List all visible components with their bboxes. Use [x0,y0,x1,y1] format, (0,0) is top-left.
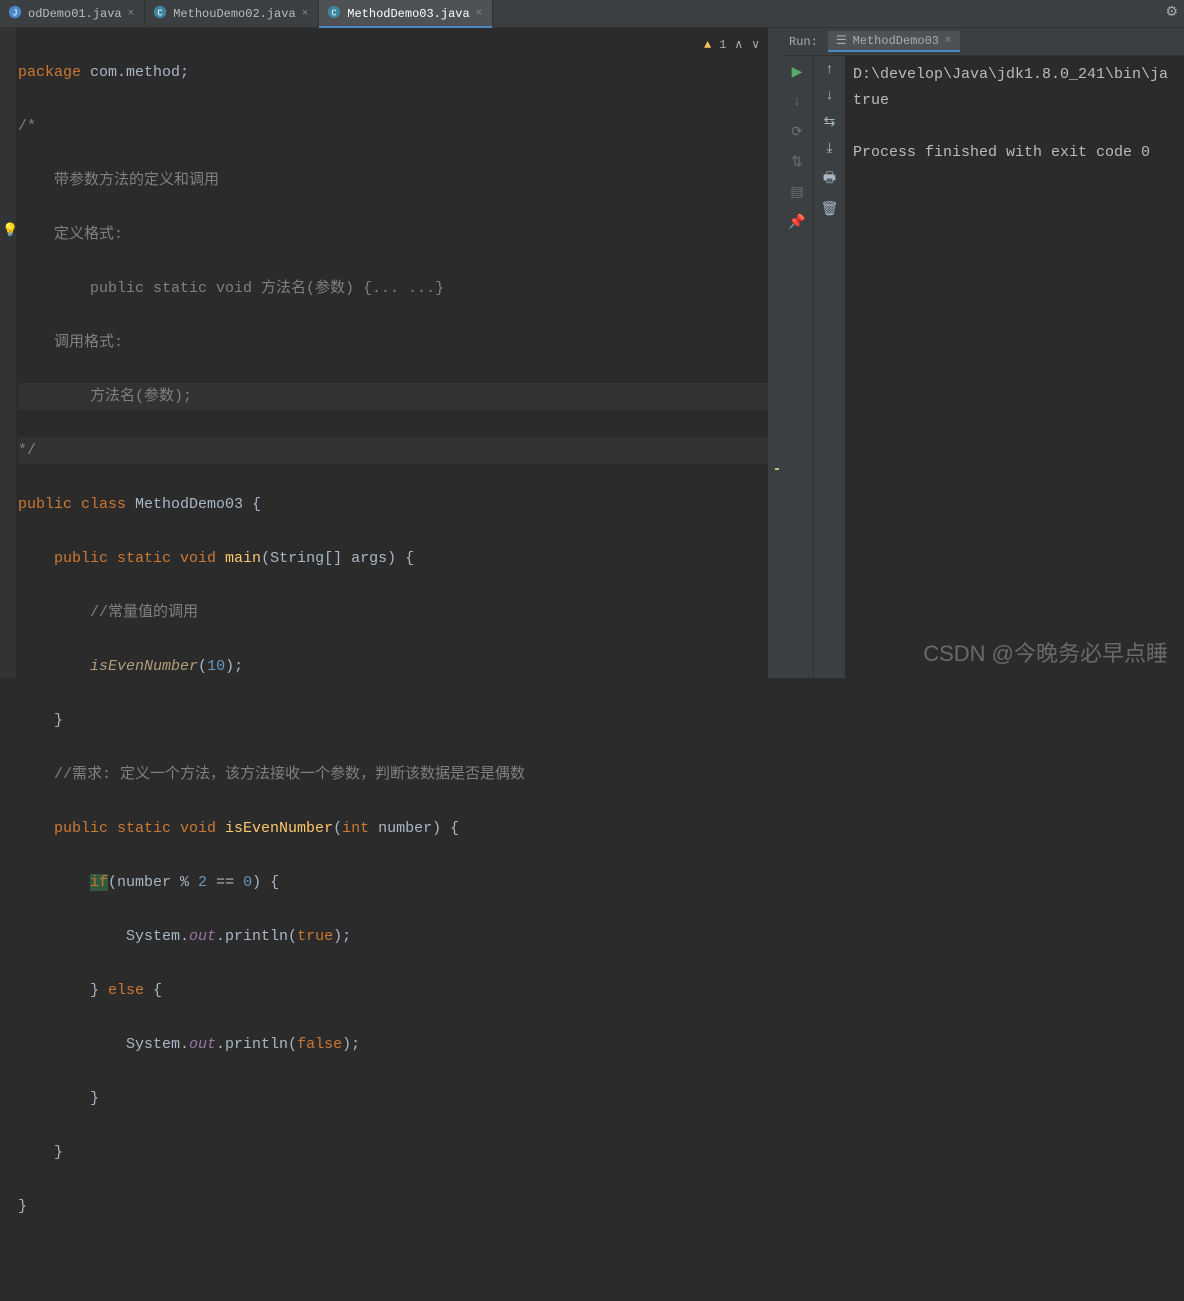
print-icon[interactable]: 🖶 [823,167,836,191]
stop-icon[interactable]: ↓ [787,92,807,112]
run-toolbar-right: ↑ ↓ ⇆ ⤓ 🖶 🗑 [813,56,845,678]
wrap-icon[interactable]: ⇆ [824,114,836,131]
run-toolbar-left: ▶ ↓ ⟳ ⇅ ▤ 📌 [781,56,813,678]
rerun-icon[interactable]: ⟳ [787,122,807,142]
svg-text:C: C [332,8,337,18]
warning-count: 1 [719,32,726,59]
scrollbar[interactable] [768,28,780,678]
tab-label: MethouDemo02.java [173,7,295,21]
close-icon[interactable]: × [128,8,135,20]
run-config-tab[interactable]: ☰ MethodDemo03 × [828,31,960,52]
gutter: 💡 [0,28,16,678]
down-icon[interactable]: ↓ [825,88,833,104]
editor-tabs: J odDemo01.java × C MethouDemo02.java × … [0,0,1184,28]
code-editor[interactable]: 💡 package com.method; /* 带参数方法的定义和调用 定义格… [0,28,780,678]
svg-text:J: J [12,8,17,18]
close-icon[interactable]: × [476,8,483,20]
scroll-icon[interactable]: ⤓ [826,141,832,157]
trash-icon[interactable]: 🗑 [821,201,839,218]
svg-text:C: C [158,8,163,18]
tab-methoddemo03[interactable]: C MethodDemo03.java × [319,0,493,27]
run-panel: Run: ☰ MethodDemo03 × ⚙ ▶ ↓ ⟳ ⇅ ▤ 📌 ↑ ↓ … [780,28,1184,678]
tab-label: odDemo01.java [28,7,122,21]
run-icon[interactable]: ▶ [787,62,807,82]
layout-icon[interactable]: ▤ [787,182,807,202]
debug-icon[interactable]: ⇅ [787,152,807,172]
pin-icon[interactable]: 📌 [787,212,807,232]
code-area[interactable]: package com.method; /* 带参数方法的定义和调用 定义格式:… [16,28,768,678]
run-label: Run: [789,35,818,49]
inspection-bar[interactable]: ▲ 1 ∧ ∨ [704,32,760,59]
chevron-down-icon[interactable]: ∨ [751,32,760,59]
gear-icon[interactable]: ⚙ [1165,4,1178,21]
chevron-up-icon[interactable]: ∧ [734,32,743,59]
tab-label: MethodDemo03.java [347,7,469,21]
app-icon: ☰ [836,33,847,48]
up-icon[interactable]: ↑ [825,62,833,78]
close-icon[interactable]: × [302,8,309,20]
run-header: Run: ☰ MethodDemo03 × ⚙ [781,28,1184,56]
tab-methoudemo02[interactable]: C MethouDemo02.java × [145,0,319,27]
java-icon: J [8,5,22,23]
warning-icon: ▲ [704,32,711,59]
close-icon[interactable]: × [945,35,952,47]
class-icon: C [153,5,167,23]
tab-oddemo01[interactable]: J odDemo01.java × [0,0,145,27]
class-icon: C [327,5,341,23]
run-config-name: MethodDemo03 [853,34,939,48]
console-output[interactable]: D:\develop\Java\jdk1.8.0_241\bin\ja true… [845,56,1184,678]
